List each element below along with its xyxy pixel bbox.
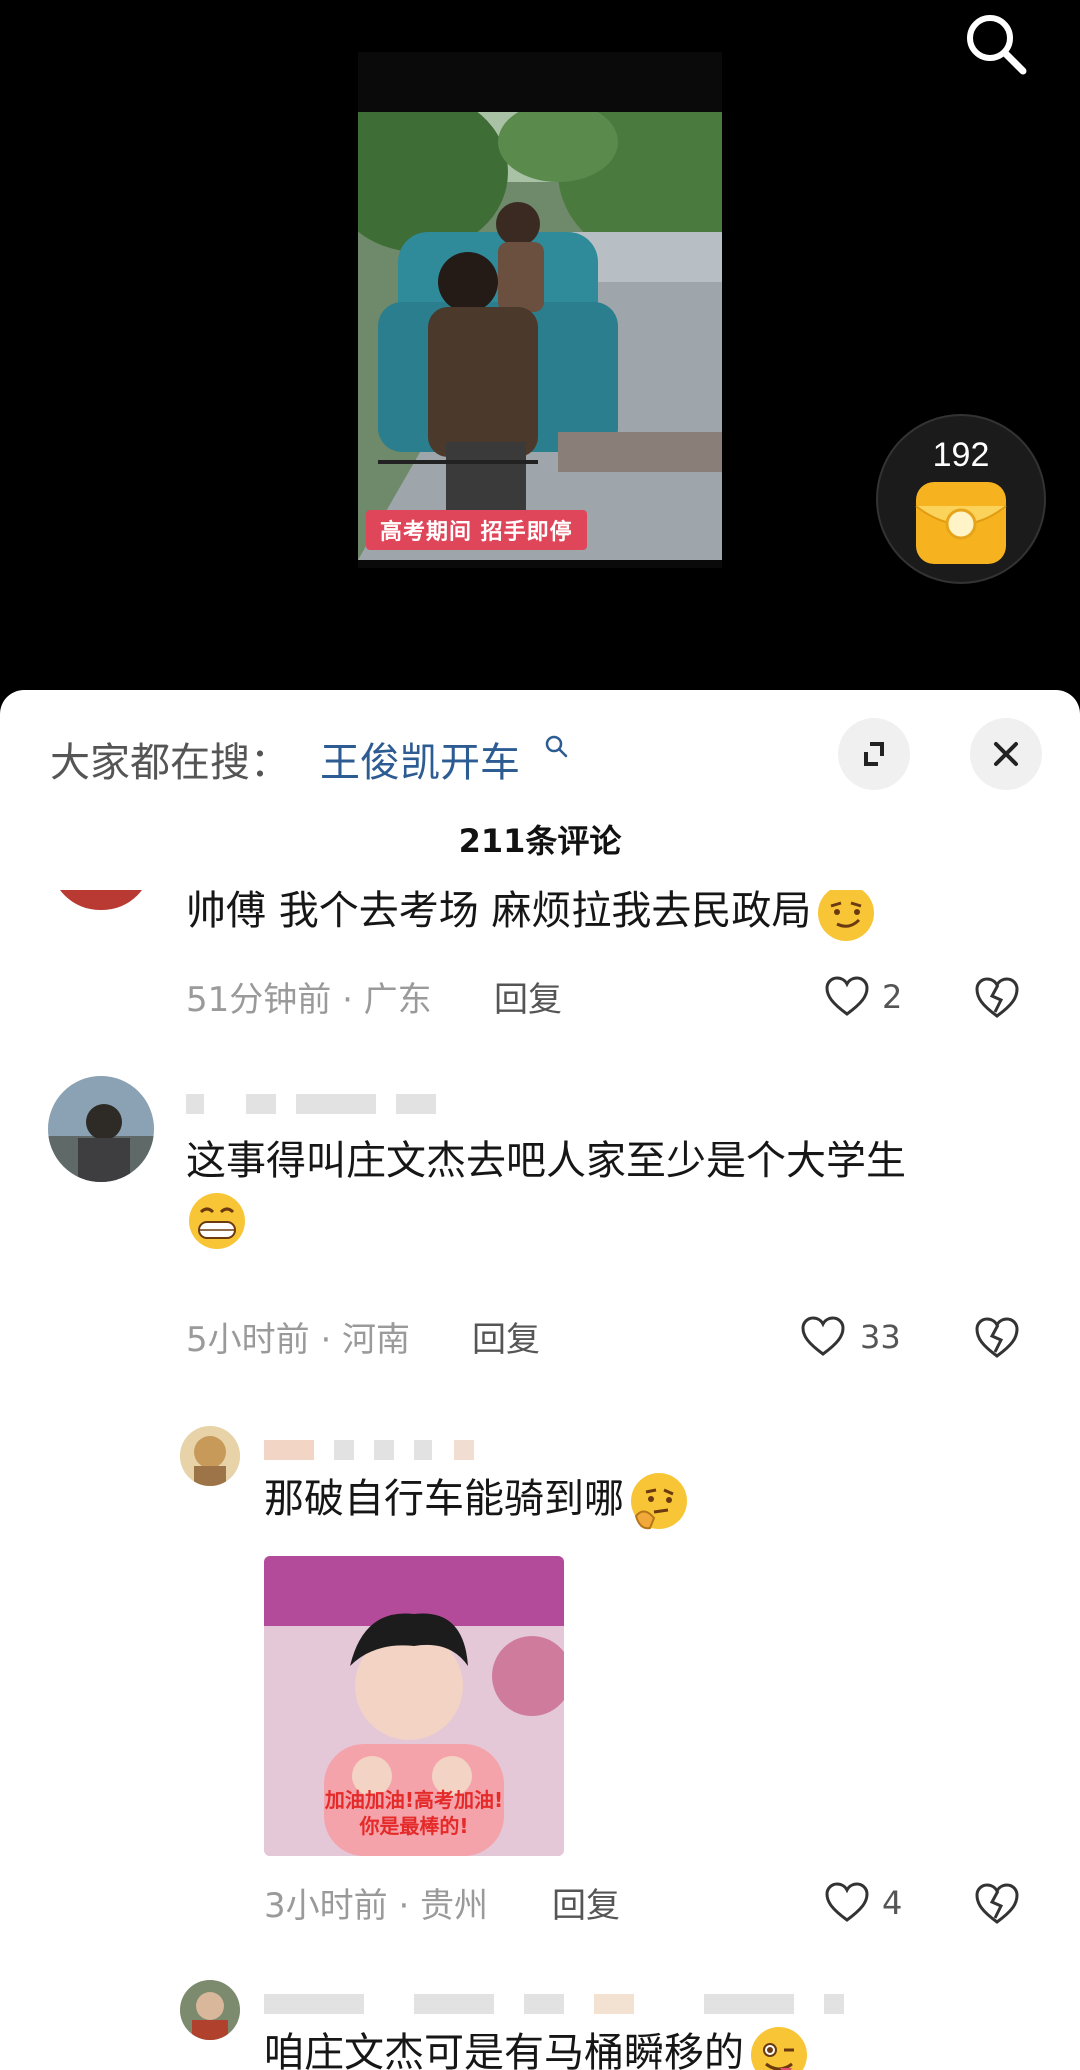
red-packet-count: 192 — [932, 436, 990, 474]
dislike-icon[interactable] — [974, 976, 1020, 1020]
dislike-icon[interactable] — [974, 1316, 1020, 1360]
comment-text-content: 咱庄文杰可是有马桶瞬移的 — [264, 2030, 744, 2070]
comment-item: 帅傅 我个去考场 麻烦拉我去民政局 51分钟前 · 广东 回复 2 — [0, 890, 1080, 1050]
comment-text: 咱庄文杰可是有马桶瞬移的 — [264, 2024, 1024, 2070]
comment-list: 帅傅 我个去考场 麻烦拉我去民政局 51分钟前 · 广东 回复 2 这事得叫庄文… — [0, 890, 1080, 2070]
like-icon[interactable] — [800, 1316, 846, 1358]
video-scene-image — [358, 112, 722, 560]
video-caption: 高考期间 招手即停 — [366, 510, 587, 550]
close-button[interactable] — [970, 718, 1042, 790]
grin-emoji-icon — [186, 1190, 248, 1252]
comment-text: 那破自行车能骑到哪 — [264, 1470, 1024, 1532]
reply-item: 咱庄文杰可是有马桶瞬移的 — [0, 1930, 1080, 2070]
avatar[interactable] — [50, 890, 152, 910]
sticker-caption-1: 加油加油!高考加油! — [324, 1788, 504, 1812]
red-packet-icon — [914, 480, 1008, 566]
thinking-emoji-icon — [628, 1470, 690, 1532]
like-count: 4 — [882, 1884, 903, 1922]
username-blurred — [186, 1094, 436, 1114]
comments-header: 大家都在搜： 王俊凯开车 211条评论 — [0, 690, 1080, 890]
comment-text: 帅傅 我个去考场 麻烦拉我去民政局 — [186, 890, 1006, 944]
username-blurred — [264, 1994, 844, 2014]
comment-item: 这事得叫庄文杰去吧人家至少是个大学生 5小时前 · 河南 回复 33 — [0, 1050, 1080, 1370]
close-icon — [994, 742, 1018, 766]
search-small-icon — [544, 734, 568, 758]
reply-item: 那破自行车能骑到哪 加油加油!高考加油! 你是最棒的! 3小时前 · 贵州 回复… — [0, 1370, 1080, 1930]
reply-button[interactable]: 回复 — [472, 1312, 540, 1361]
sticker-image[interactable]: 加油加油!高考加油! 你是最棒的! — [264, 1556, 564, 1856]
comment-time-location: 5小时前 · 河南 — [186, 1320, 411, 1360]
reply-button[interactable]: 回复 — [494, 972, 562, 1021]
red-packet-button[interactable]: 192 — [876, 414, 1046, 584]
username-blurred — [264, 1440, 474, 1460]
comment-text-content: 这事得叫庄文杰去吧人家至少是个大学生 — [186, 1138, 906, 1184]
expand-icon — [864, 742, 884, 766]
comment-text-content: 帅傅 我个去考场 麻烦拉我去民政局 — [186, 890, 812, 934]
comments-sheet: 大家都在搜： 王俊凯开车 211条评论 帅傅 我个去考场 麻烦拉我去民政局 51… — [0, 690, 1080, 2070]
like-icon[interactable] — [824, 976, 870, 1018]
reply-button[interactable]: 回复 — [552, 1878, 620, 1927]
smirk-emoji-icon — [815, 890, 877, 944]
hot-search-label: 大家都在搜： — [50, 740, 290, 786]
video-thumbnail[interactable]: 高考期间 招手即停 — [358, 52, 722, 568]
like-icon[interactable] — [824, 1882, 870, 1924]
search-icon[interactable] — [960, 8, 1032, 80]
wink-tongue-emoji-icon — [748, 2024, 810, 2070]
comment-time-location: 3小时前 · 贵州 — [264, 1886, 489, 1926]
expand-button[interactable] — [838, 718, 910, 790]
like-count: 33 — [860, 1318, 901, 1356]
comment-text-content: 那破自行车能骑到哪 — [264, 1476, 624, 1522]
avatar[interactable] — [180, 1426, 240, 1486]
video-area: 高考期间 招手即停 192 — [0, 0, 1080, 690]
avatar[interactable] — [48, 1076, 154, 1182]
dislike-icon[interactable] — [974, 1882, 1020, 1926]
hot-search-link[interactable]: 王俊凯开车 — [320, 730, 520, 788]
comment-count: 211条评论 — [458, 822, 622, 860]
comment-text: 这事得叫庄文杰去吧人家至少是个大学生 — [186, 1132, 1006, 1252]
like-count: 2 — [882, 978, 903, 1016]
comment-time-location: 51分钟前 · 广东 — [186, 980, 432, 1020]
sticker-caption-2: 你是最棒的! — [359, 1814, 469, 1838]
avatar[interactable] — [180, 1980, 240, 2040]
